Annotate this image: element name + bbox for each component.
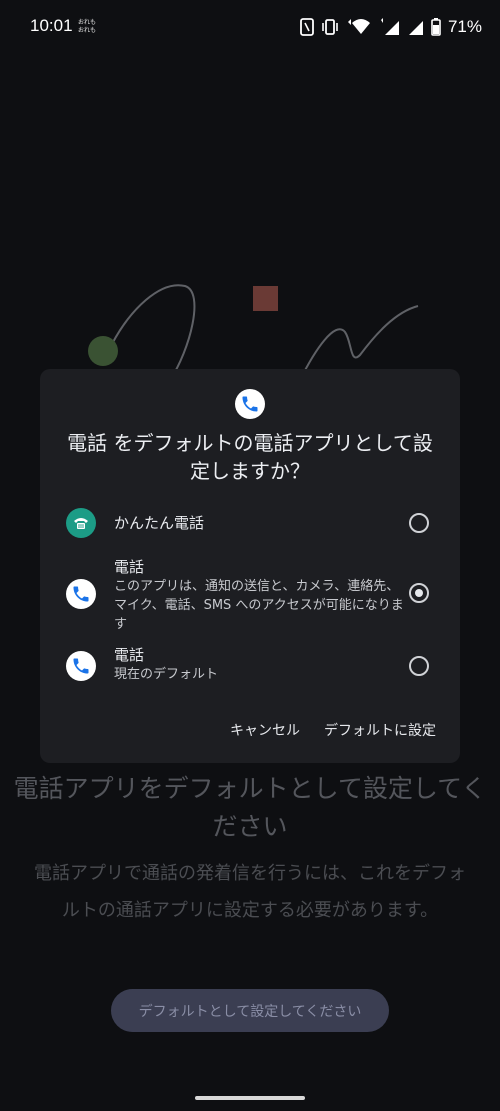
notification-icon: おれも おれも	[78, 19, 96, 35]
option-text: かんたん電話	[114, 513, 404, 533]
set-default-page-button[interactable]: デフォルトとして設定してください	[111, 989, 389, 1032]
signal-icon	[380, 18, 399, 35]
page-heading: 電話アプリをデフォルトとして設定してください	[13, 774, 487, 841]
notification-text-1: おれも	[78, 19, 97, 26]
option-phone-current-default[interactable]: 電話 現在のデフォルト	[40, 645, 460, 689]
radio-phone-selected[interactable]	[409, 583, 429, 603]
option-title: 電話	[114, 646, 145, 664]
dialog-actions: キャンセル デフォルトに設定	[230, 720, 436, 740]
status-bar: 10:01 おれも おれも 71%	[0, 0, 500, 56]
screen: 10:01 おれも おれも 71% 電話アプリをデフォルトとして設定してください…	[0, 0, 500, 1111]
phone-app-icon	[66, 579, 96, 609]
option-subtitle: 現在のデフォルト	[114, 667, 219, 682]
option-easy-phone[interactable]: かんたん電話	[40, 507, 460, 541]
vibrate-icon	[322, 19, 338, 35]
battery-icon	[431, 18, 441, 36]
option-text: 電話 このアプリは、通知の送信と、カメラ、連絡先、マイク、電話、SMS へのアク…	[114, 557, 404, 634]
option-title: かんたん電話	[114, 514, 205, 532]
radio-phone-current-default[interactable]	[409, 656, 429, 676]
radio-easy-phone[interactable]	[409, 513, 429, 533]
option-text: 電話 現在のデフォルト	[114, 645, 404, 684]
option-phone[interactable]: 電話 このアプリは、通知の送信と、カメラ、連絡先、マイク、電話、SMS へのアク…	[40, 557, 460, 635]
phone-app-icon	[235, 389, 265, 419]
nfc-icon	[300, 18, 314, 36]
default-phone-app-dialog: 電話 をデフォルトの電話アプリとして設定しますか？ かんたん電話 電話 このアプ…	[40, 369, 460, 763]
status-icons: 71%	[300, 15, 482, 39]
page-description: 電話アプリで通話の発着信を行うには、これをデフォルトの通話アプリに設定する必要が…	[34, 863, 466, 921]
phone-app-icon	[66, 651, 96, 681]
set-default-button[interactable]: デフォルトに設定	[324, 720, 436, 740]
red-square-shape	[253, 286, 278, 311]
gesture-nav-bar[interactable]	[195, 1096, 305, 1100]
notification-text-2: おれも	[78, 27, 97, 34]
option-subtitle: このアプリは、通知の送信と、カメラ、連絡先、マイク、電話、SMS へのアクセスが…	[114, 579, 404, 632]
option-title: 電話	[114, 558, 145, 576]
easy-phone-icon	[66, 508, 96, 538]
signal-icon-2	[408, 21, 423, 35]
wifi-icon	[347, 19, 370, 34]
battery-percent: 71%	[447, 17, 482, 36]
green-circle-shape	[88, 336, 118, 366]
radio-selected-dot	[415, 589, 423, 597]
status-time: 10:01	[30, 16, 73, 35]
cancel-button[interactable]: キャンセル	[230, 720, 300, 740]
dialog-title: 電話 をデフォルトの電話アプリとして設定しますか？	[67, 431, 433, 483]
